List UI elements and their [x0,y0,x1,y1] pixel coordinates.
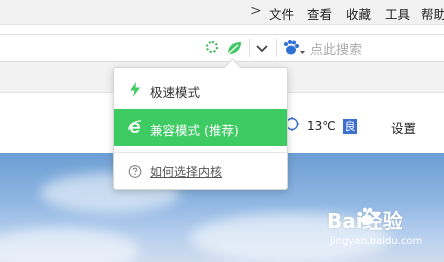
aqi-badge[interactable]: 良 [343,119,357,134]
search-separator [276,39,277,57]
search-input[interactable]: 点此搜索 [310,39,362,58]
menu-help[interactable]: 帮助 [421,4,444,23]
option-compat-mode[interactable]: 兼容模式 (推荐) [114,109,287,146]
settings-link[interactable]: 设置 [391,118,416,137]
help-choose-kernel[interactable]: 如何选择内核 [114,154,287,190]
menu-tools[interactable]: 工具 [385,4,410,23]
option-fast-mode-label: 极速模式 [150,85,201,100]
lightning-icon [130,82,140,97]
help-choose-kernel-label[interactable]: 如何选择内核 [150,163,222,180]
menu-file[interactable]: 文件 [269,4,294,23]
loading-indicator-icon [206,41,218,53]
menu-overflow-chevron[interactable]: > [250,3,262,19]
temperature-text[interactable]: 13℃ [307,119,336,133]
dropdown-divider [114,152,287,153]
watermark-url: jingyan.baidu.com [330,236,423,247]
baidu-paw-icon[interactable] [282,39,306,57]
render-mode-dropdown: 极速模式 兼容模式 (推荐) 如何选择内核 [113,58,288,190]
chevron-down-icon[interactable] [254,39,270,57]
option-fast-mode[interactable]: 极速模式 [114,72,287,108]
menu-bar: > 文件 查看 收藏 工具 帮助 [0,0,444,25]
render-mode-leaf-icon[interactable] [225,39,243,57]
menu-view[interactable]: 查看 [307,4,332,23]
watermark-paw-icon [357,207,377,225]
addressbar-separator [249,39,250,57]
address-bar[interactable]: 点此搜索 [0,34,444,62]
help-circle-icon [128,165,142,178]
ie-icon [128,120,142,133]
menu-favorites[interactable]: 收藏 [346,4,371,23]
option-compat-mode-label: 兼容模式 (推荐) [150,123,239,138]
